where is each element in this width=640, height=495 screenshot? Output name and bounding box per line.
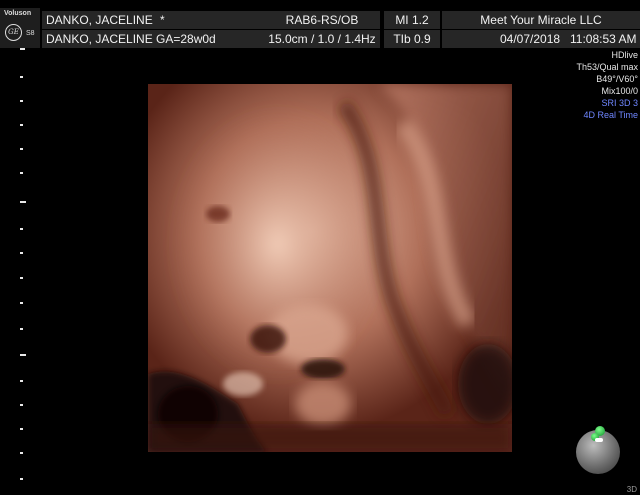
param-angles: B49°/V60°: [596, 74, 638, 84]
param-mix: Mix100/0: [601, 86, 638, 96]
depth-tick: [20, 428, 23, 430]
orientation-sphere-icon: [576, 426, 620, 474]
logo-model: S8: [26, 30, 35, 37]
depth-tick: [20, 228, 23, 230]
depth-tick: [20, 277, 23, 279]
depth-tick: [20, 124, 23, 126]
exam-time: 11:08:53 AM: [570, 32, 637, 46]
patient-name: DANKO, JACELINE: [46, 13, 153, 27]
depth-tick: [20, 478, 23, 480]
param-hdlive: HDlive: [611, 50, 638, 60]
depth-tick: [20, 404, 23, 406]
patient-flag: *: [160, 13, 165, 27]
exam-date: 04/07/2018: [500, 32, 561, 46]
param-sri: SRI 3D 3: [601, 98, 638, 108]
depth-tick: [20, 380, 23, 382]
logo-brand: Voluson: [4, 10, 32, 17]
clinic-name: Meet Your Miracle LLC: [442, 11, 640, 29]
depth-tick: [20, 328, 23, 330]
depth-tick: [20, 148, 23, 150]
depth-settings: 15.0cm / 1.0 / 1.4Hz: [264, 30, 380, 48]
patient-name-cell: DANKO, JACELINE *: [42, 11, 264, 29]
ge-logo-icon: GE: [5, 24, 22, 41]
depth-tick: [20, 48, 25, 50]
patient-ga: DANKO, JACELINE GA=28w0d: [42, 30, 264, 48]
param-threshold-quality: Th53/Qual max: [576, 62, 638, 72]
depth-tick: [20, 252, 23, 254]
acquisition-parameters: HDlive Th53/Qual max B49°/V60° Mix100/0 …: [576, 49, 638, 121]
fetal-face-render: [148, 84, 512, 452]
header-bar: Voluson GE S8 DANKO, JACELINE * RAB6-RS/…: [0, 0, 640, 50]
depth-tick: [20, 302, 23, 304]
param-mode: 4D Real Time: [583, 110, 638, 120]
tib-value: TIb 0.9: [384, 30, 440, 48]
voluson-logo: Voluson GE S8: [0, 8, 40, 48]
ultrasound-render-view[interactable]: [148, 84, 512, 452]
depth-tick: [20, 172, 23, 174]
depth-tick: [20, 354, 26, 356]
depth-tick: [20, 452, 23, 454]
depth-tick: [20, 201, 26, 203]
datetime-cell: 04/07/2018 11:08:53 AM: [442, 30, 640, 48]
probe-label: RAB6-RS/OB: [264, 11, 380, 29]
depth-tick: [20, 76, 23, 78]
orientation-highlight: [595, 438, 603, 442]
render-mode-tag: 3D: [626, 485, 637, 494]
mi-value: MI 1.2: [384, 11, 440, 29]
depth-tick: [20, 100, 23, 102]
